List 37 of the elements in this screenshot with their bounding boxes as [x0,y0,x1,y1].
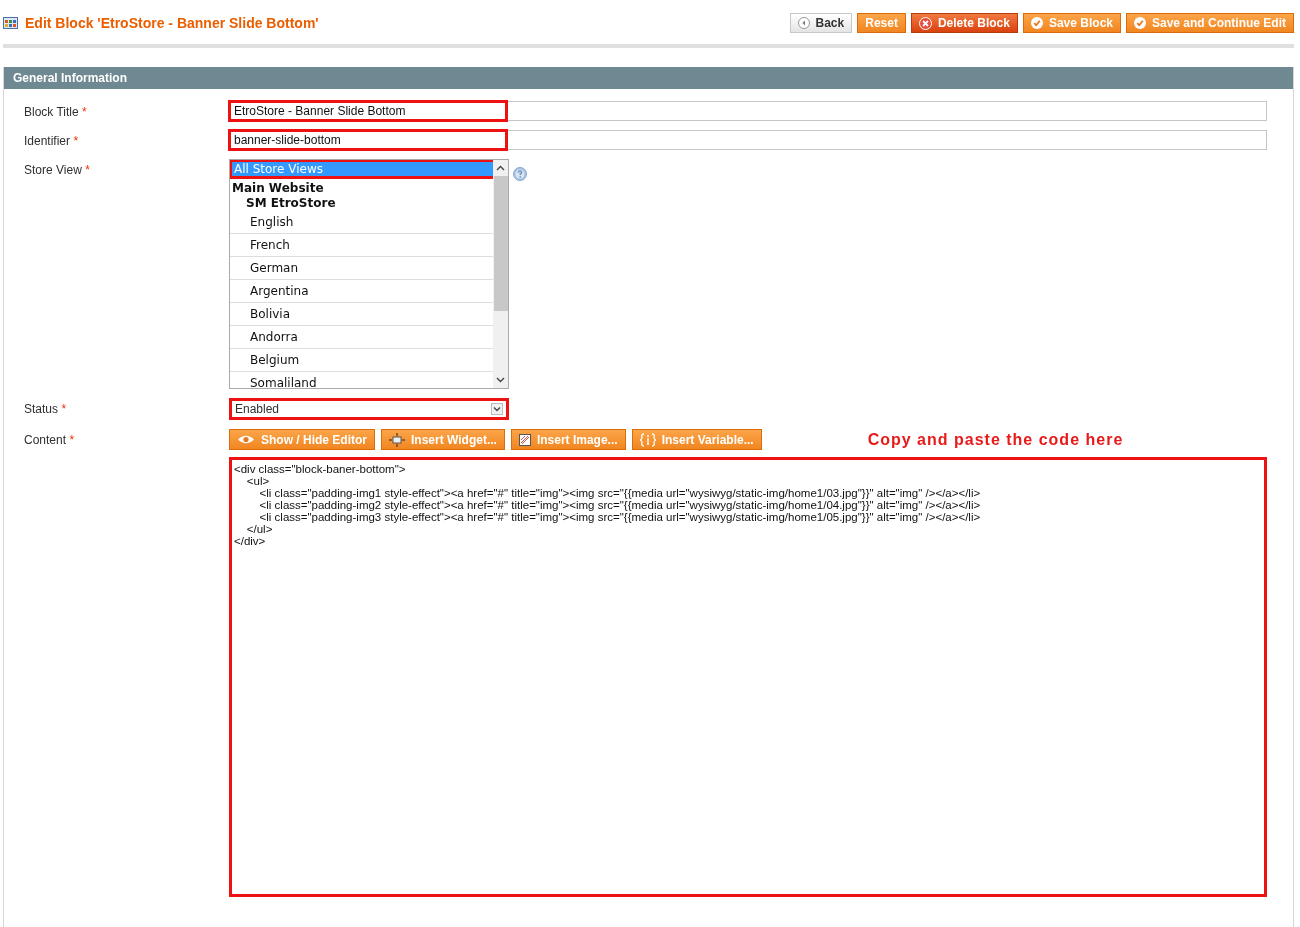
list-option[interactable]: Belgium [230,349,493,372]
field-label: Block Title * [24,104,88,121]
list-option[interactable]: Bolivia [230,303,493,326]
image-icon [518,433,531,446]
store-view-list[interactable]: All Store Views Main Website SM EtroStore English French German Argentina Bolivia Andorra Belgium Somaliland [229,159,509,389]
widget-icon [389,432,405,447]
list-option[interactable]: German [230,257,493,280]
caret-up-icon[interactable] [496,165,505,171]
eye-icon [237,434,255,445]
page-title: Edit Block 'EtroStore - Banner Slide Bottom' [25,15,319,31]
status-select[interactable]: Enabled [229,398,509,420]
caret-down-icon[interactable] [496,377,505,383]
field-label: Store View * [24,162,91,179]
code-editor[interactable]: <div class="block-baner-bottom"> <ul> <li class="padding-img1 style-effect"><a href="#" title="img"><img src="{{media url="wysiwyg/static-img/home1/03.jpg"}}" alt="img" /></a></li> <li class="padding-img2 style-effect"><a href="#" title="img"><img src="{{media url="wysiwyg/static-img/home1/04.jpg"}}" alt="img" /></a></li> <li class="padding-img3 style-effect"><a href="#" title="img"><img src="{{media url="wysiwyg/static-img/home1/05.jpg"}}" alt="img" /></a></li> </ul> </div> [229,457,1267,897]
annotation-text: Copy and paste the code here [867,430,1124,449]
list-option[interactable]: Andorra [230,326,493,349]
text-input[interactable]: banner-slide-bottom [228,129,508,151]
field-label: Content * [24,432,76,449]
section-header: General Information [4,67,1293,89]
list-group-label: SM EtroStore [245,196,337,211]
grid-icon [3,17,18,29]
delete-button[interactable]: Delete Block [910,13,1018,33]
text-input[interactable]: EtroStore - Banner Slide Bottom [228,100,508,122]
checkmark-icon [1030,17,1043,29]
delete-icon [918,16,932,30]
scrollbar[interactable] [493,160,508,388]
list-group-label: Main Website [231,181,325,196]
field-label: Status * [24,401,68,418]
checkmark-icon [1134,17,1146,29]
dropdown-caret-icon [491,403,503,415]
variable-icon [639,432,656,447]
field-label: Identifier * [24,133,80,150]
help-icon[interactable] [513,167,527,181]
list-option[interactable]: English [230,211,493,234]
list-option[interactable]: Argentina [230,280,493,303]
list-option[interactable]: French [230,234,493,257]
back-button[interactable]: Back [789,13,853,33]
